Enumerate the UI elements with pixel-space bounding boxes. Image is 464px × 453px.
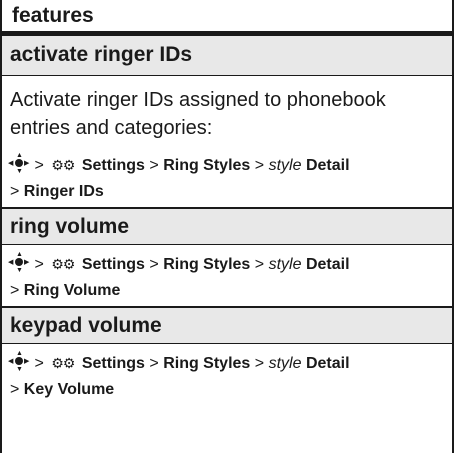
table-header: features bbox=[2, 0, 452, 36]
section-title-activate-ringer-ids: activate ringer IDs bbox=[2, 36, 452, 76]
section-description: Activate ringer IDs assigned to phoneboo… bbox=[10, 89, 386, 139]
path-settings: Settings bbox=[81, 355, 145, 372]
nav-key-icon: ▲ ▼ ◀ ▶ bbox=[8, 350, 30, 373]
section-title-text: ring volume bbox=[10, 215, 130, 238]
path-settings: Settings bbox=[81, 157, 145, 174]
menu-path: ▲ ▼ ◀ ▶ > ⚙⚙ Settings > Ring Styles > st… bbox=[2, 142, 452, 179]
path-style: style bbox=[268, 256, 302, 273]
path-ringer-ids: Ringer IDs bbox=[23, 183, 104, 200]
section-title-text: activate ringer IDs bbox=[10, 43, 193, 66]
nav-key-icon: ▲ ▼ ◀ ▶ bbox=[8, 152, 30, 175]
separator: > bbox=[10, 381, 20, 398]
menu-path-line2: > Key Volume bbox=[2, 377, 452, 403]
settings-icon: ⚙⚙ bbox=[51, 157, 75, 173]
path-style: style bbox=[268, 157, 302, 174]
menu-path: ▲ ▼ ◀ ▶ > ⚙⚙ Settings > Ring Styles > st… bbox=[2, 245, 452, 278]
settings-icon: ⚙⚙ bbox=[51, 355, 75, 371]
settings-icon: ⚙⚙ bbox=[51, 256, 75, 272]
separator: > bbox=[254, 355, 265, 372]
section-title-ring-volume: ring volume bbox=[2, 207, 452, 245]
path-detail: Detail bbox=[305, 256, 350, 273]
menu-path-line2: > Ring Volume bbox=[2, 278, 452, 306]
path-ring-styles: Ring Styles bbox=[163, 355, 251, 372]
section-title-keypad-volume: keypad volume bbox=[2, 306, 452, 344]
header-title: features bbox=[12, 4, 94, 27]
path-ring-styles: Ring Styles bbox=[163, 256, 251, 273]
features-table: features activate ringer IDs Activate ri… bbox=[0, 0, 454, 453]
separator: > bbox=[149, 256, 159, 273]
menu-path: ▲ ▼ ◀ ▶ > ⚙⚙ Settings > Ring Styles > st… bbox=[2, 344, 452, 377]
separator: > bbox=[149, 157, 159, 174]
path-ring-volume: Ring Volume bbox=[23, 282, 121, 299]
nav-key-icon: ▲ ▼ ◀ ▶ bbox=[8, 251, 30, 274]
separator: > bbox=[34, 355, 44, 372]
separator: > bbox=[149, 355, 159, 372]
path-detail: Detail bbox=[305, 355, 350, 372]
separator: > bbox=[10, 282, 20, 299]
path-settings: Settings bbox=[81, 256, 145, 273]
section-title-text: keypad volume bbox=[10, 314, 162, 337]
path-key-volume: Key Volume bbox=[23, 381, 115, 398]
menu-path-line2: > Ringer IDs bbox=[2, 179, 452, 207]
separator: > bbox=[10, 183, 20, 200]
separator: > bbox=[34, 157, 44, 174]
path-ring-styles: Ring Styles bbox=[163, 157, 251, 174]
path-style: style bbox=[268, 355, 302, 372]
separator: > bbox=[254, 157, 265, 174]
separator: > bbox=[254, 256, 265, 273]
separator: > bbox=[34, 256, 44, 273]
path-detail: Detail bbox=[305, 157, 350, 174]
